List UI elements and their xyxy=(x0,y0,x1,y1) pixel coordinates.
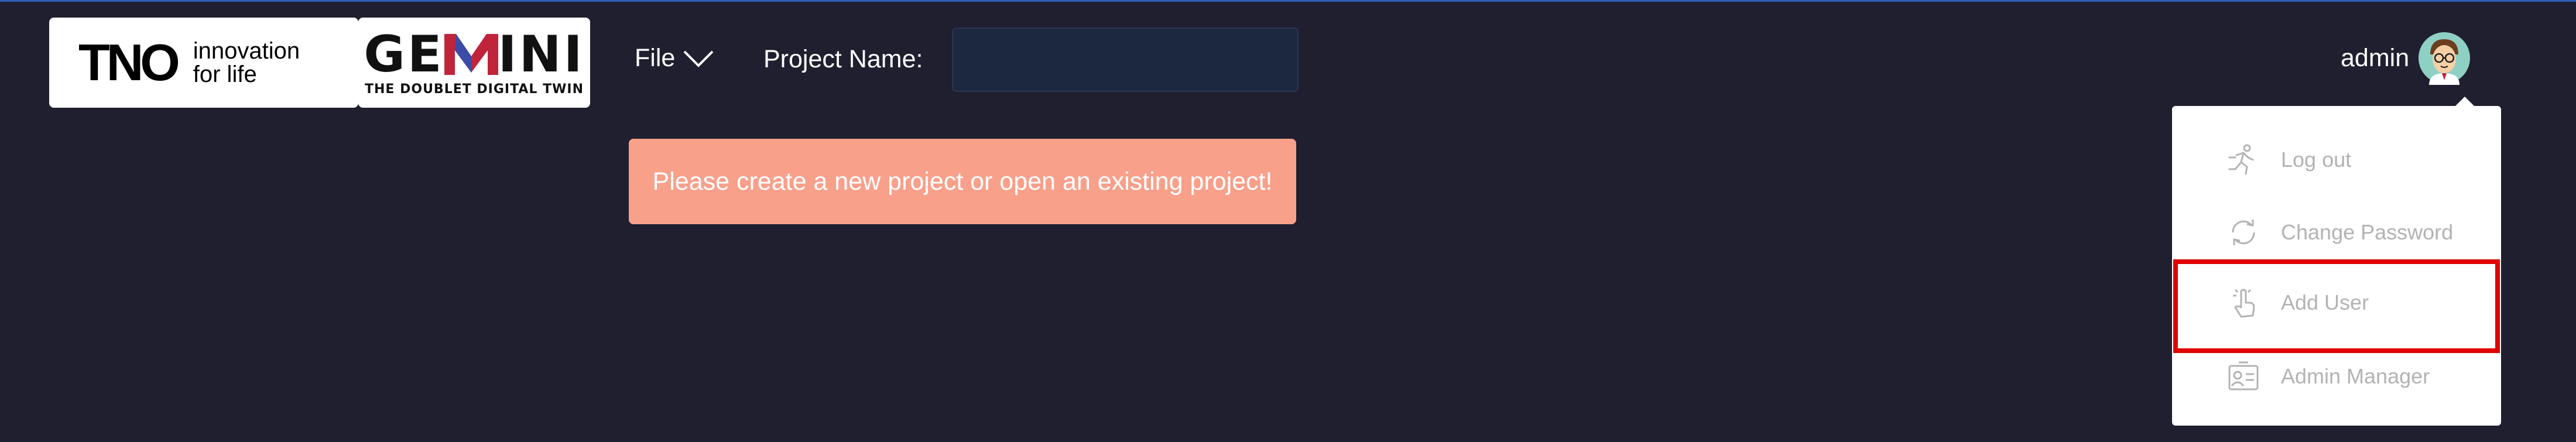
gemini-m-glyph xyxy=(444,33,498,75)
tno-logo-mark: TNO xyxy=(78,33,180,91)
menu-item-change-password-label: Change Password xyxy=(2281,220,2454,244)
chevron-down-icon xyxy=(683,50,714,67)
gemini-word-left: GE xyxy=(364,25,444,84)
alert-message: Please create a new project or open an e… xyxy=(652,167,1273,196)
menu-item-admin-manager[interactable]: Admin Manager xyxy=(2172,341,2501,412)
project-name-label: Project Name: xyxy=(763,45,923,73)
project-name-input[interactable] xyxy=(952,28,1299,92)
user-dropdown-menu: Log out Change Password Add User Admin M… xyxy=(2172,106,2501,426)
user-menu-toggle[interactable]: admin xyxy=(2341,31,2471,85)
tap-pointer-icon xyxy=(2233,289,2255,318)
menu-item-add-user[interactable]: Add User xyxy=(2172,268,2501,338)
gemini-logo-subtitle: THE DOUBLET DIGITAL TWIN xyxy=(365,81,584,97)
file-menu-label: File xyxy=(635,44,676,72)
gemini-logo: GE INI THE DOUBLET DIGITAL TWIN xyxy=(358,18,590,108)
tno-logo: TNO innovation for life xyxy=(49,18,358,108)
tno-tagline-line1: innovation xyxy=(193,38,300,64)
menu-item-admin-manager-label: Admin Manager xyxy=(2281,364,2430,388)
running-person-icon xyxy=(2228,144,2254,175)
gemini-logo-word: GE INI xyxy=(364,29,584,80)
user-name: admin xyxy=(2341,43,2410,72)
refresh-icon xyxy=(2232,220,2255,245)
alert-banner: Please create a new project or open an e… xyxy=(629,139,1296,224)
tno-logo-tagline: innovation for life xyxy=(193,39,300,86)
avatar[interactable] xyxy=(2417,31,2471,85)
menu-item-change-password[interactable]: Change Password xyxy=(2172,197,2501,268)
gemini-word-right: INI xyxy=(498,25,585,84)
menu-item-logout-label: Log out xyxy=(2281,148,2352,172)
menu-item-logout[interactable]: Log out xyxy=(2172,125,2501,195)
id-card-icon xyxy=(2228,361,2259,390)
menu-item-add-user-label: Add User xyxy=(2281,290,2369,314)
file-menu[interactable]: File xyxy=(635,44,715,73)
tno-tagline-line2: for life xyxy=(193,61,257,87)
